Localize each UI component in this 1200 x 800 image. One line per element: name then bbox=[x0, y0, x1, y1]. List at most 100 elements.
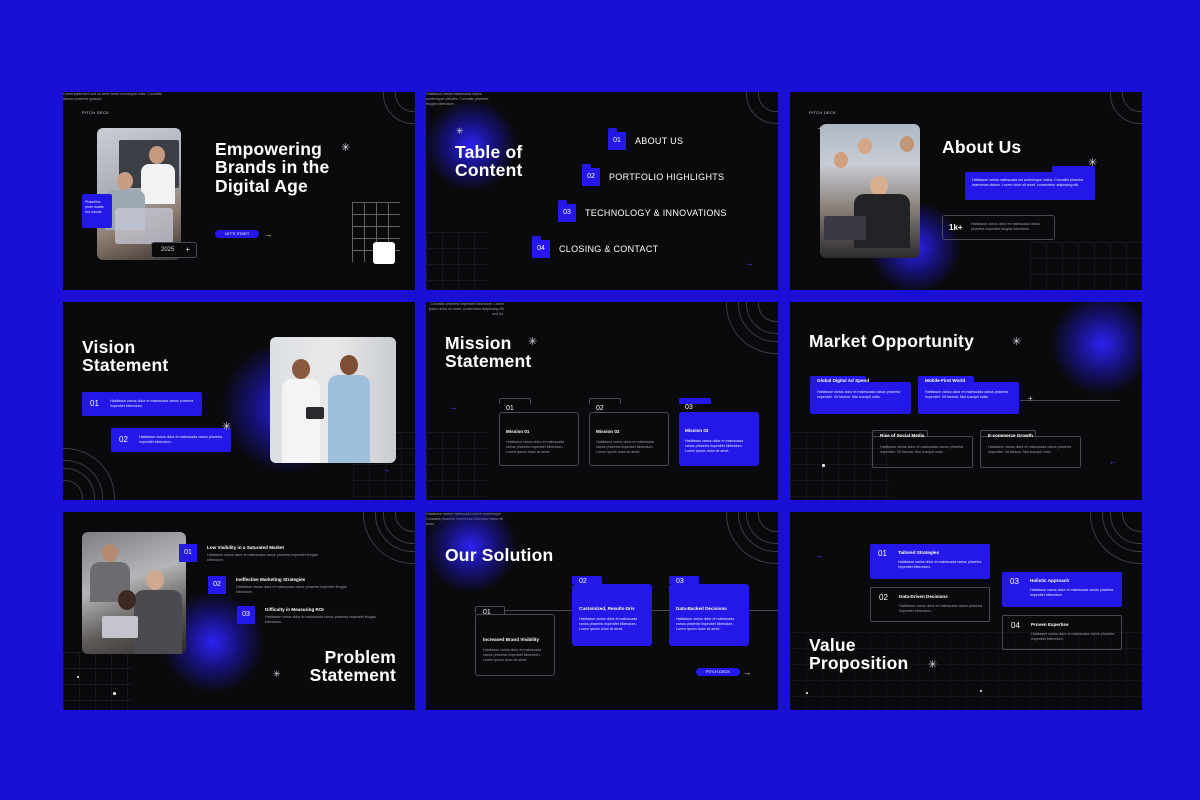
slide-about-us[interactable]: PITCH DECK + About Us ✳ Habitasse varius… bbox=[790, 92, 1142, 290]
toc-tab bbox=[532, 236, 541, 242]
man-head bbox=[117, 172, 133, 190]
person-head bbox=[858, 138, 872, 154]
person-shirt bbox=[134, 590, 182, 654]
slide-table-of-content[interactable]: ✳ Table of Content Habitasse varius male… bbox=[426, 92, 778, 290]
card-title: Holistic Approach bbox=[1030, 578, 1070, 583]
card-title: Mission 02 bbox=[596, 429, 620, 434]
arrow-right-icon[interactable]: → bbox=[814, 550, 824, 560]
card-text: Habitasse varius dolor et malesuada vari… bbox=[685, 439, 744, 453]
decor-arcs bbox=[383, 92, 415, 124]
card-number: 01 bbox=[506, 405, 514, 412]
slide-title: Vision Statement bbox=[82, 337, 169, 376]
pitch-deck-pill[interactable]: PITCH DECK bbox=[696, 668, 740, 676]
person-head bbox=[834, 152, 848, 168]
sparkle-icon: ✳ bbox=[928, 659, 938, 671]
slide-vision-statement[interactable]: Vision Statement 01 Habitasse varius dol… bbox=[63, 302, 415, 500]
card-text: Habitasse varius dolor et malesuada vari… bbox=[880, 445, 964, 454]
kicker: PITCH DECK bbox=[809, 110, 837, 115]
card-title: Mission 03 bbox=[685, 428, 709, 433]
sparkle-icon: ✳ bbox=[341, 142, 351, 154]
arrow-right-icon[interactable]: → bbox=[744, 258, 754, 268]
slide-title: Empowering Brands in the Digital Age bbox=[215, 139, 330, 196]
plus-icon: + bbox=[185, 245, 190, 254]
card-text: Habitasse varius dolor et malesuada vari… bbox=[817, 390, 901, 399]
arrow-left-icon[interactable]: ← bbox=[1108, 456, 1118, 466]
person-head bbox=[102, 544, 118, 562]
office-photo bbox=[820, 124, 920, 258]
toc-label[interactable]: ABOUT US bbox=[635, 136, 683, 146]
card-text: Habitasse varius dolor et malesuada vari… bbox=[506, 440, 565, 454]
laptop bbox=[102, 616, 138, 638]
slide-value-proposition[interactable]: → 01 Tailored Strategies Habitasse varius … bbox=[790, 512, 1142, 710]
sparkle-icon: ✳ bbox=[528, 336, 538, 348]
laptop bbox=[115, 208, 173, 244]
problem-title: Difficulty in Measuring ROI bbox=[265, 607, 324, 612]
toc-label[interactable]: CLOSING & CONTACT bbox=[559, 244, 658, 254]
business-photo bbox=[270, 337, 396, 463]
arrow-right-icon[interactable]: → bbox=[263, 229, 273, 239]
arrow-right-icon[interactable]: → bbox=[742, 667, 752, 677]
card-number: 01 bbox=[483, 609, 491, 616]
problem-number: 02 bbox=[208, 576, 226, 594]
grid-decor bbox=[1030, 242, 1142, 290]
solution-card: 02 Customized, Results-Driv Habitasse vari… bbox=[572, 578, 652, 646]
dot bbox=[822, 464, 825, 467]
slide-title: Value Proposition bbox=[809, 635, 909, 674]
card-tab bbox=[1052, 166, 1095, 172]
badge-card: Phasellus proin mattis est mauris bbox=[82, 194, 112, 228]
card-tab bbox=[589, 398, 621, 404]
divider-line bbox=[1020, 400, 1120, 401]
decor-arcs bbox=[726, 302, 778, 354]
card-text: Habitasse varius dolor et malesuada vari… bbox=[676, 617, 735, 631]
card-title: Rise of Social Media bbox=[880, 433, 925, 438]
man-head bbox=[292, 359, 310, 379]
card-title: Data-Backed Decisions bbox=[676, 606, 727, 611]
problem-number: 01 bbox=[179, 544, 197, 562]
grid-decor bbox=[426, 432, 486, 500]
slide-empowering-brands[interactable]: PITCH DECK Phasellus proin mattis est ma… bbox=[63, 92, 415, 290]
glow bbox=[1052, 302, 1142, 394]
vision-item-1: 01 Habitasse varius dolor et malesuada v… bbox=[82, 392, 202, 416]
value-card: 01 Tailored Strategies Habitasse varius do… bbox=[870, 544, 990, 579]
toc-number[interactable]: 02 bbox=[582, 168, 600, 186]
value-card: 03 Holistic Approach Habitasse varius dolo… bbox=[1002, 572, 1122, 607]
problem-title: Ineffective Marketing Strategies bbox=[236, 577, 306, 582]
person-head bbox=[118, 590, 136, 610]
toc-label[interactable]: PORTFOLIO HIGHLIGHTS bbox=[609, 172, 724, 182]
card-number: 03 bbox=[676, 578, 684, 585]
toc-label[interactable]: TECHNOLOGY & INNOVATIONS bbox=[585, 208, 727, 218]
arrow-right-icon[interactable]: → bbox=[381, 464, 391, 474]
solution-card: 01 Increased Brand Visibility Habitasse va… bbox=[475, 609, 555, 676]
stat-value: 1k+ bbox=[949, 223, 963, 232]
decor-arcs bbox=[63, 448, 115, 500]
cta-button[interactable]: LET'S START bbox=[215, 230, 259, 238]
slide-title: About Us bbox=[942, 137, 1022, 157]
problem-number: 03 bbox=[237, 606, 255, 624]
dot bbox=[113, 692, 116, 695]
toc-number[interactable]: 04 bbox=[532, 240, 550, 258]
arrow-right-icon[interactable]: → bbox=[448, 402, 458, 412]
slide-mission-statement[interactable]: Mission Statement ✳ Convallis pharetra i… bbox=[426, 302, 778, 500]
mission-card: 02 Mission 02 Habitasse varius dolor et ma… bbox=[589, 405, 669, 466]
dot bbox=[806, 692, 808, 694]
slide-title: Table of Content bbox=[455, 142, 523, 181]
slide-problem-statement[interactable]: 01 Low Visibility in a Saturated Market Ha… bbox=[63, 512, 415, 710]
decor-arcs bbox=[726, 512, 778, 564]
body-text: Convallis pharetra imperdiet bibendum. L… bbox=[428, 302, 504, 316]
card-number: 03 bbox=[1010, 577, 1019, 586]
card-number: 03 bbox=[685, 404, 693, 411]
dot bbox=[77, 676, 79, 678]
toc-number[interactable]: 03 bbox=[558, 204, 576, 222]
toc-number[interactable]: 01 bbox=[608, 132, 626, 150]
year-tag: 2025 + bbox=[151, 242, 197, 258]
card-tab bbox=[679, 398, 711, 404]
card-number: 04 bbox=[1011, 621, 1020, 630]
team-laptop-photo bbox=[82, 532, 186, 654]
laptop bbox=[824, 216, 866, 240]
slide-market-opportunity[interactable]: Market Opportunity ✳ + Global Digital Ad… bbox=[790, 302, 1142, 500]
year-text: 2025 bbox=[161, 247, 175, 253]
card-number: 01 bbox=[878, 549, 887, 558]
slide-our-solution[interactable]: Our Solution Habitasse varius malesuada … bbox=[426, 512, 778, 710]
tablet bbox=[306, 407, 324, 419]
slide-title: Market Opportunity bbox=[809, 331, 974, 351]
